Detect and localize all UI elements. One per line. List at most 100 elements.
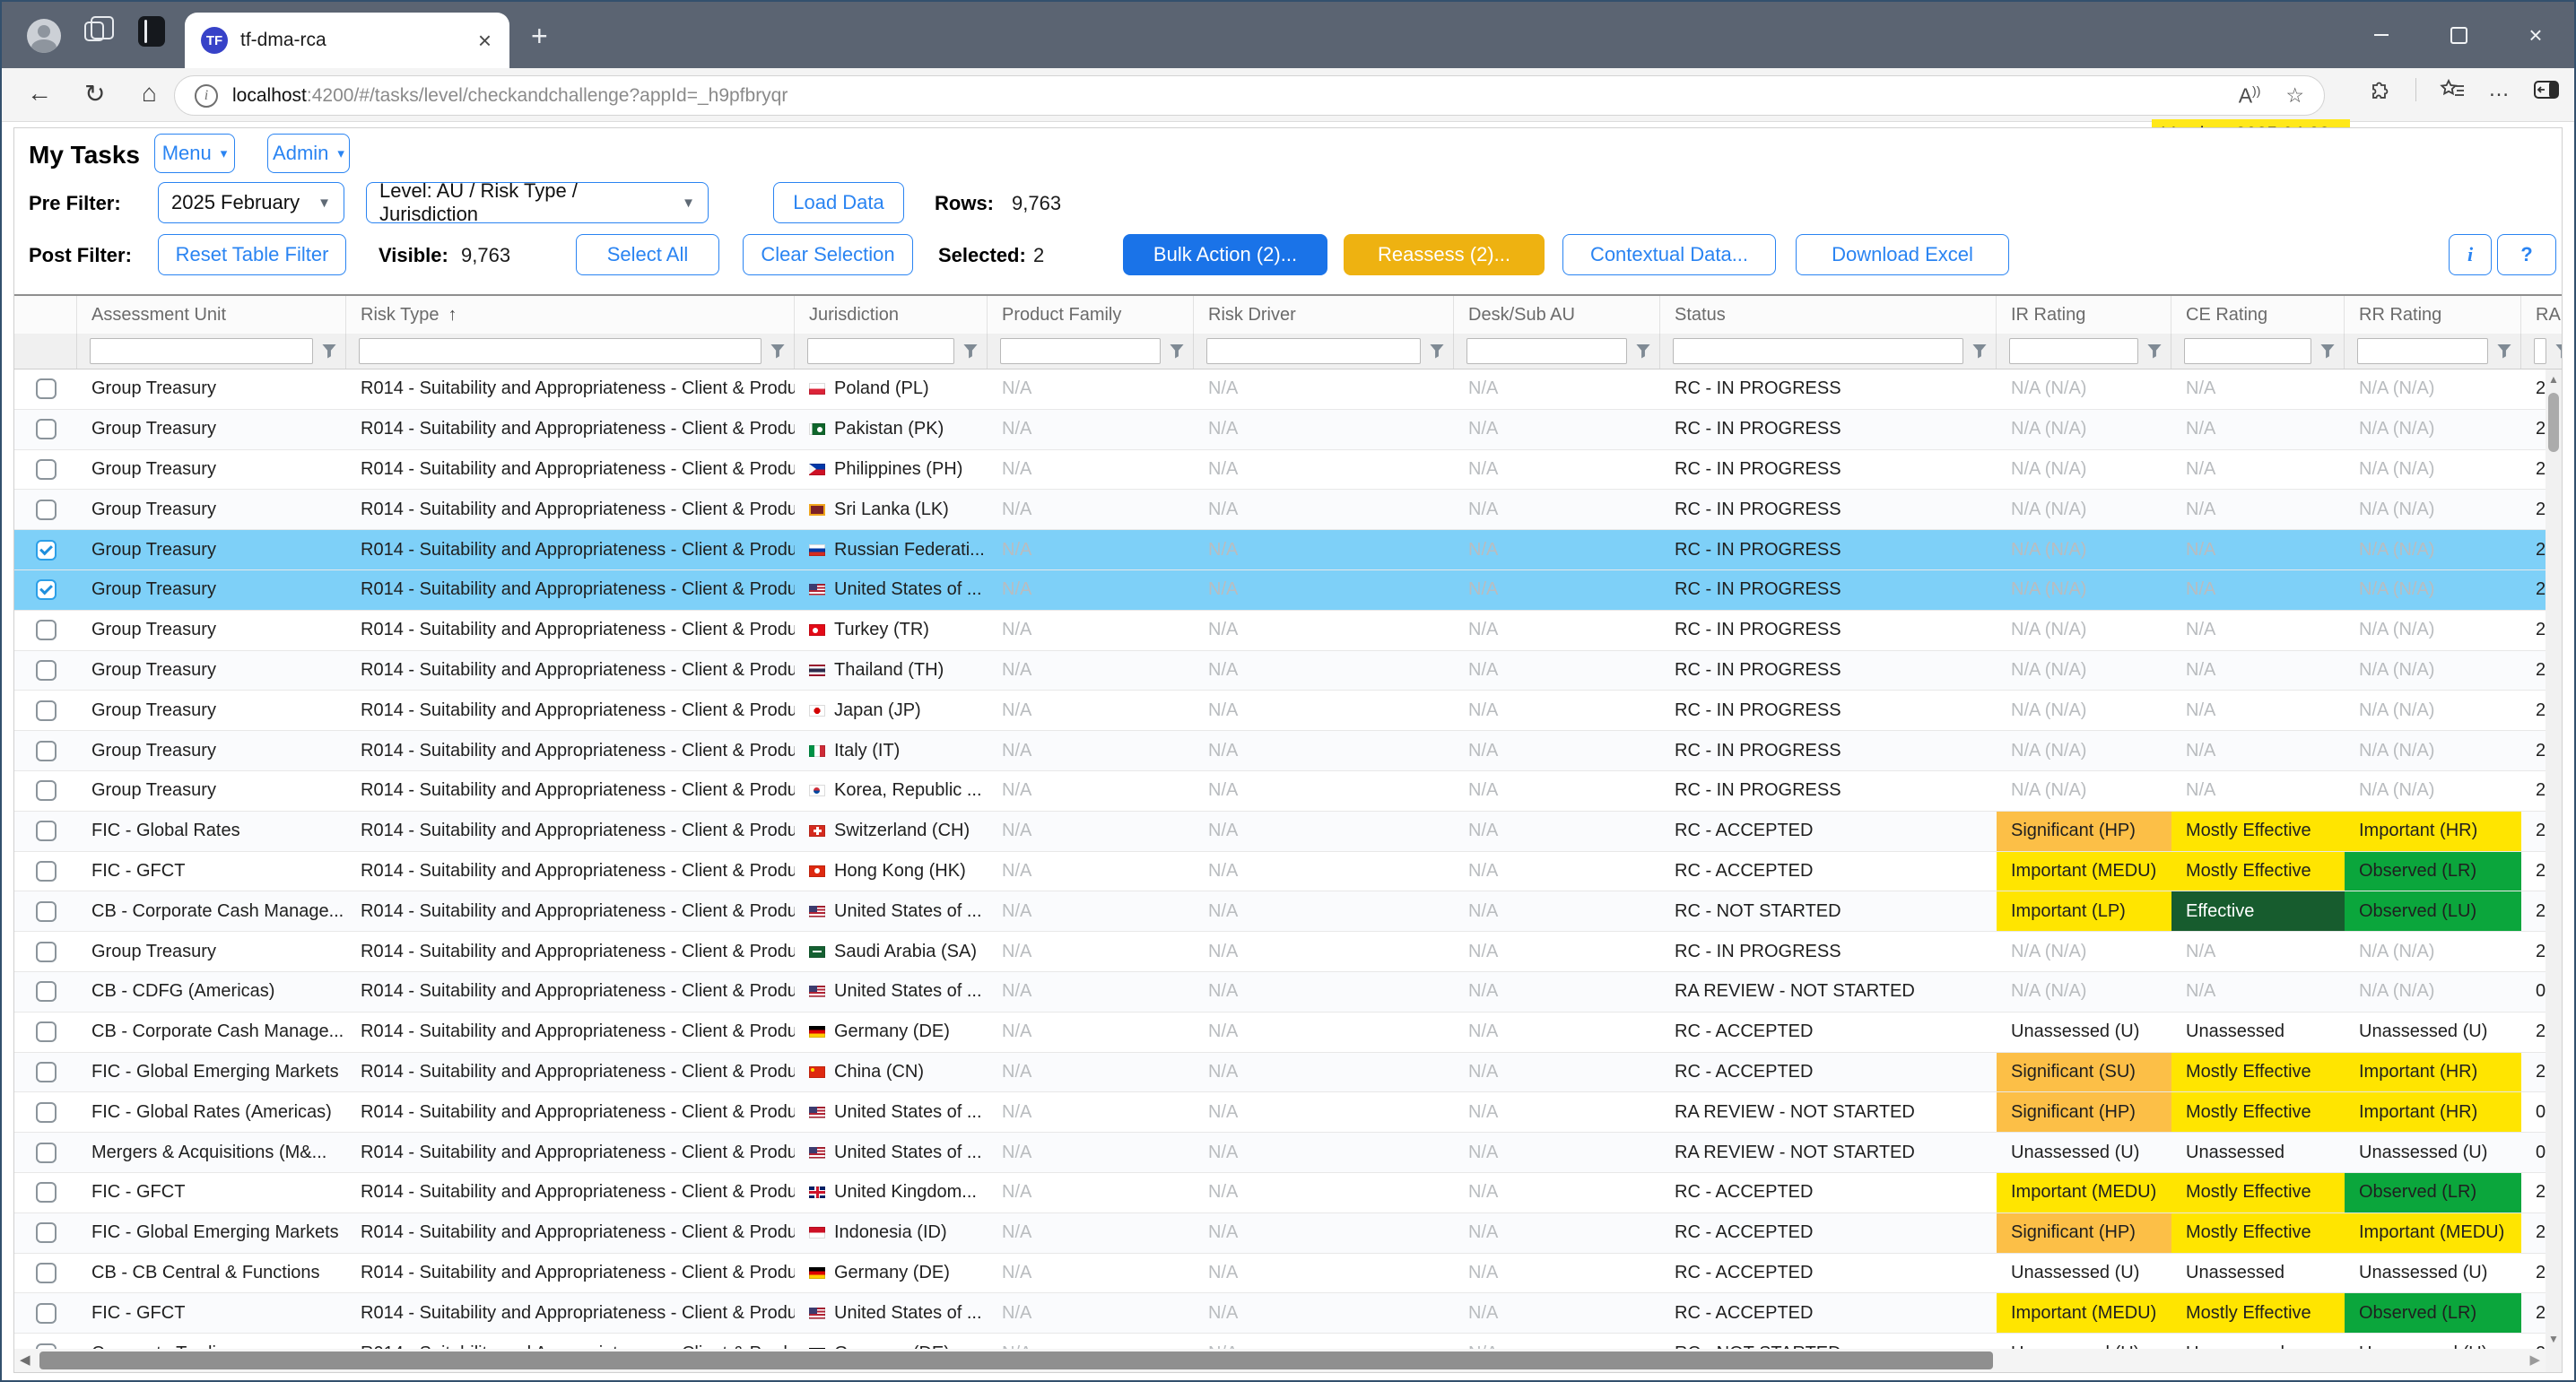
filter-input-jurisdiction[interactable] (807, 338, 954, 364)
vertical-scroll-thumb[interactable] (2548, 393, 2559, 452)
download-excel-button[interactable]: Download Excel (1796, 234, 2009, 275)
filter-funnel-icon[interactable] (2147, 344, 2162, 359)
extensions-icon[interactable] (2369, 78, 2392, 101)
column-header-ir-rating[interactable]: IR Rating (1997, 296, 2171, 334)
address-bar[interactable]: i localhost:4200/#/tasks/level/checkandc… (174, 75, 2325, 116)
table-row[interactable]: Group TreasuryR014 - Suitability and App… (14, 651, 2562, 691)
favorites-icon[interactable] (2440, 78, 2465, 101)
table-row[interactable]: Group TreasuryR014 - Suitability and App… (14, 530, 2562, 570)
filter-funnel-icon[interactable] (1170, 344, 1184, 359)
vertical-scrollbar[interactable]: ▲ ▼ (2546, 369, 2562, 1349)
info-button[interactable]: i (2449, 234, 2492, 275)
select-all-button[interactable]: Select All (576, 234, 719, 275)
row-checkbox[interactable] (36, 540, 57, 561)
column-header-select[interactable] (14, 296, 77, 334)
reassess-button[interactable]: Reassess (2)... (1344, 234, 1545, 275)
table-row[interactable]: Group TreasuryR014 - Suitability and App… (14, 691, 2562, 731)
filter-input-ra-l[interactable] (2534, 338, 2546, 364)
sidebar-toggle-icon[interactable] (2533, 78, 2560, 101)
filter-funnel-icon[interactable] (2555, 344, 2562, 359)
row-checkbox[interactable] (36, 459, 57, 480)
table-row[interactable]: FIC - Global RatesR014 - Suitability and… (14, 812, 2562, 852)
table-row[interactable]: Group TreasuryR014 - Suitability and App… (14, 932, 2562, 972)
filter-funnel-icon[interactable] (770, 344, 785, 359)
column-header-product-family[interactable]: Product Family (988, 296, 1194, 334)
load-data-button[interactable]: Load Data (773, 182, 904, 223)
row-checkbox[interactable] (36, 821, 57, 841)
filter-input-risk-driver[interactable] (1206, 338, 1421, 364)
table-row[interactable]: CB - CDFG (Americas)R014 - Suitability a… (14, 972, 2562, 1013)
column-header-ce-rating[interactable]: CE Rating (2171, 296, 2345, 334)
table-row[interactable]: Group TreasuryR014 - Suitability and App… (14, 369, 2562, 410)
table-row[interactable]: Group TreasuryR014 - Suitability and App… (14, 570, 2562, 611)
column-header-ra-l[interactable]: RA L (2521, 296, 2562, 334)
filter-funnel-icon[interactable] (963, 344, 978, 359)
filter-input-risk-type[interactable] (359, 338, 761, 364)
row-checkbox[interactable] (36, 1062, 57, 1082)
menu-button[interactable]: Menu▾ (154, 134, 235, 173)
row-checkbox[interactable] (36, 981, 57, 1002)
table-row[interactable]: FIC - GFCTR014 - Suitability and Appropr… (14, 1173, 2562, 1213)
filter-input-desk-sub-au[interactable] (1466, 338, 1627, 364)
table-row[interactable]: FIC - GFCTR014 - Suitability and Appropr… (14, 1293, 2562, 1334)
row-checkbox[interactable] (36, 1182, 57, 1203)
filter-input-product-family[interactable] (1000, 338, 1161, 364)
table-row[interactable]: FIC - Global Emerging MarketsR014 - Suit… (14, 1053, 2562, 1093)
table-row[interactable]: FIC - Global Rates (Americas)R014 - Suit… (14, 1092, 2562, 1133)
scroll-down-icon[interactable]: ▼ (2546, 1333, 2562, 1345)
clear-selection-button[interactable]: Clear Selection (743, 234, 913, 275)
row-checkbox[interactable] (36, 942, 57, 962)
site-info-icon[interactable]: i (195, 84, 218, 108)
minimize-icon[interactable] (2343, 2, 2420, 68)
table-row[interactable]: CB - Corporate Cash Manage...R014 - Suit… (14, 891, 2562, 932)
contextual-data-button[interactable]: Contextual Data... (1562, 234, 1776, 275)
back-icon[interactable]: ← (27, 79, 52, 108)
table-row[interactable]: CB - CB Central & FunctionsR014 - Suitab… (14, 1254, 2562, 1294)
browser-tab[interactable]: TF tf-dma-rca × (185, 13, 509, 68)
workspaces-icon[interactable] (84, 22, 104, 41)
filter-funnel-icon[interactable] (1972, 344, 1987, 359)
row-checkbox[interactable] (36, 741, 57, 761)
filter-funnel-icon[interactable] (2320, 344, 2335, 359)
level-select[interactable]: Level: AU / Risk Type / Jurisdiction▼ (366, 182, 709, 223)
read-aloud-icon[interactable]: A)) (2239, 83, 2261, 109)
table-row[interactable]: Group TreasuryR014 - Suitability and App… (14, 410, 2562, 450)
table-row[interactable]: Mergers & Acquisitions (M&...R014 - Suit… (14, 1133, 2562, 1173)
scroll-left-icon[interactable]: ◀ (20, 1352, 30, 1368)
table-row[interactable]: CB - Corporate Cash Manage...R014 - Suit… (14, 1013, 2562, 1053)
row-checkbox[interactable] (36, 1143, 57, 1163)
filter-input-status[interactable] (1673, 338, 1963, 364)
reset-table-filter-button[interactable]: Reset Table Filter (158, 234, 346, 275)
admin-button[interactable]: Admin▾ (267, 134, 350, 173)
column-header-rr-rating[interactable]: RR Rating (2345, 296, 2521, 334)
column-header-jurisdiction[interactable]: Jurisdiction (795, 296, 988, 334)
column-header-status[interactable]: Status (1660, 296, 1997, 334)
row-checkbox[interactable] (36, 1303, 57, 1324)
row-checkbox[interactable] (36, 419, 57, 439)
row-checkbox[interactable] (36, 1222, 57, 1243)
table-row[interactable]: FIC - Global Emerging MarketsR014 - Suit… (14, 1213, 2562, 1254)
row-checkbox[interactable] (36, 500, 57, 520)
refresh-icon[interactable]: ↻ (84, 79, 105, 109)
filter-funnel-icon[interactable] (1430, 344, 1444, 359)
profile-avatar-icon[interactable] (27, 19, 61, 53)
row-checkbox[interactable] (36, 660, 57, 681)
filter-input-ir-rating[interactable] (2009, 338, 2138, 364)
row-checkbox[interactable] (36, 780, 57, 801)
column-header-desk-sub-au[interactable]: Desk/Sub AU (1454, 296, 1660, 334)
horizontal-scrollbar[interactable]: ◀ ▶ (14, 1349, 2546, 1372)
filter-funnel-icon[interactable] (2497, 344, 2511, 359)
bulk-action-button[interactable]: Bulk Action (2)... (1123, 234, 1327, 275)
row-checkbox[interactable] (36, 1102, 57, 1123)
row-checkbox[interactable] (36, 861, 57, 882)
horizontal-scroll-thumb[interactable] (39, 1352, 1993, 1369)
tab-panel-icon[interactable] (138, 16, 165, 47)
column-header-assessment-unit[interactable]: Assessment Unit (77, 296, 346, 334)
table-row[interactable]: Group TreasuryR014 - Suitability and App… (14, 450, 2562, 491)
filter-funnel-icon[interactable] (1636, 344, 1650, 359)
filter-input-assessment-unit[interactable] (90, 338, 313, 364)
table-row[interactable]: Group TreasuryR014 - Suitability and App… (14, 611, 2562, 651)
home-icon[interactable]: ⌂ (142, 79, 157, 108)
close-icon[interactable]: × (2497, 2, 2574, 68)
more-menu-icon[interactable]: … (2488, 77, 2510, 102)
